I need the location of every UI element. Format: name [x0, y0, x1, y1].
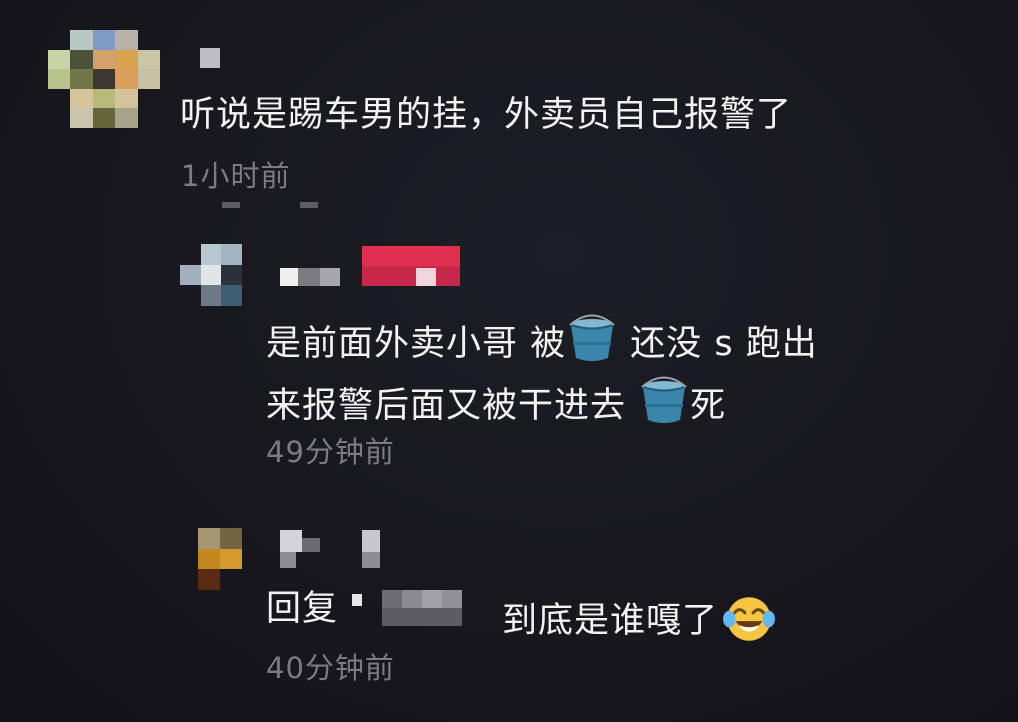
mentioned-username-redacted[interactable]: [442, 590, 462, 608]
user-avatar[interactable]: [48, 30, 160, 128]
username-redacted[interactable]: [200, 48, 220, 68]
reply-text-line: 回复: [266, 592, 338, 627]
reply-username-redacted[interactable]: [416, 268, 436, 286]
mentioned-username-redacted[interactable]: [422, 590, 442, 608]
reply-avatar[interactable]: [198, 528, 242, 590]
reply-username-redacted[interactable]: [298, 268, 320, 286]
reply-text-line: 到底是谁嘎了: [502, 592, 776, 646]
reply-username-redacted[interactable]: [362, 552, 380, 568]
reply-username-redacted[interactable]: [302, 538, 320, 552]
reply-username-redacted[interactable]: [362, 530, 380, 552]
collapsed-reply-hint[interactable]: [300, 202, 318, 208]
mentioned-username-redacted[interactable]: [382, 608, 462, 626]
reply-text-line-2: 来报警后面又被干进去 死: [266, 374, 726, 426]
reply-text-segment: 到底是谁嘎了: [502, 601, 719, 641]
reply-username-redacted[interactable]: [320, 268, 340, 286]
bucket-icon: [641, 376, 687, 423]
tears-of-joy-emoji: [723, 597, 775, 641]
reply-text-line-1: 是前面外卖小哥 被 还没 s 跑出: [266, 312, 818, 364]
reply-text-segment: 来报警后面又被干进去: [266, 386, 639, 426]
reply-timestamp: 49分钟前: [266, 435, 395, 469]
reply-prefix: 回复: [266, 589, 339, 629]
bucket-icon: [569, 314, 615, 361]
reply-username-redacted[interactable]: [362, 246, 460, 266]
reply-timestamp: 40分钟前: [266, 651, 395, 685]
reply-avatar[interactable]: [180, 244, 242, 306]
reply-text-segment: 还没 s 跑出: [618, 324, 818, 364]
mentioned-username-redacted[interactable]: [402, 590, 422, 608]
reply-username-redacted[interactable]: [362, 266, 460, 286]
reply-username-redacted[interactable]: [280, 552, 296, 568]
comment-text: 听说是踢车男的挂，外卖员自己报警了: [180, 95, 793, 135]
comment-thread-screen: { "comments": [ { "text": "听说是踢车男的挂，外卖员自…: [0, 0, 1018, 722]
collapsed-reply-hint[interactable]: [222, 202, 240, 208]
mentioned-username-redacted[interactable]: [352, 594, 362, 606]
reply-text-segment: 死: [690, 386, 727, 426]
comment-timestamp: 1小时前: [181, 159, 291, 193]
mentioned-username-redacted[interactable]: [382, 590, 402, 608]
reply-text-segment: 是前面外卖小哥 被: [266, 324, 567, 364]
reply-username-redacted[interactable]: [280, 530, 302, 552]
reply-username-redacted[interactable]: [280, 268, 298, 286]
